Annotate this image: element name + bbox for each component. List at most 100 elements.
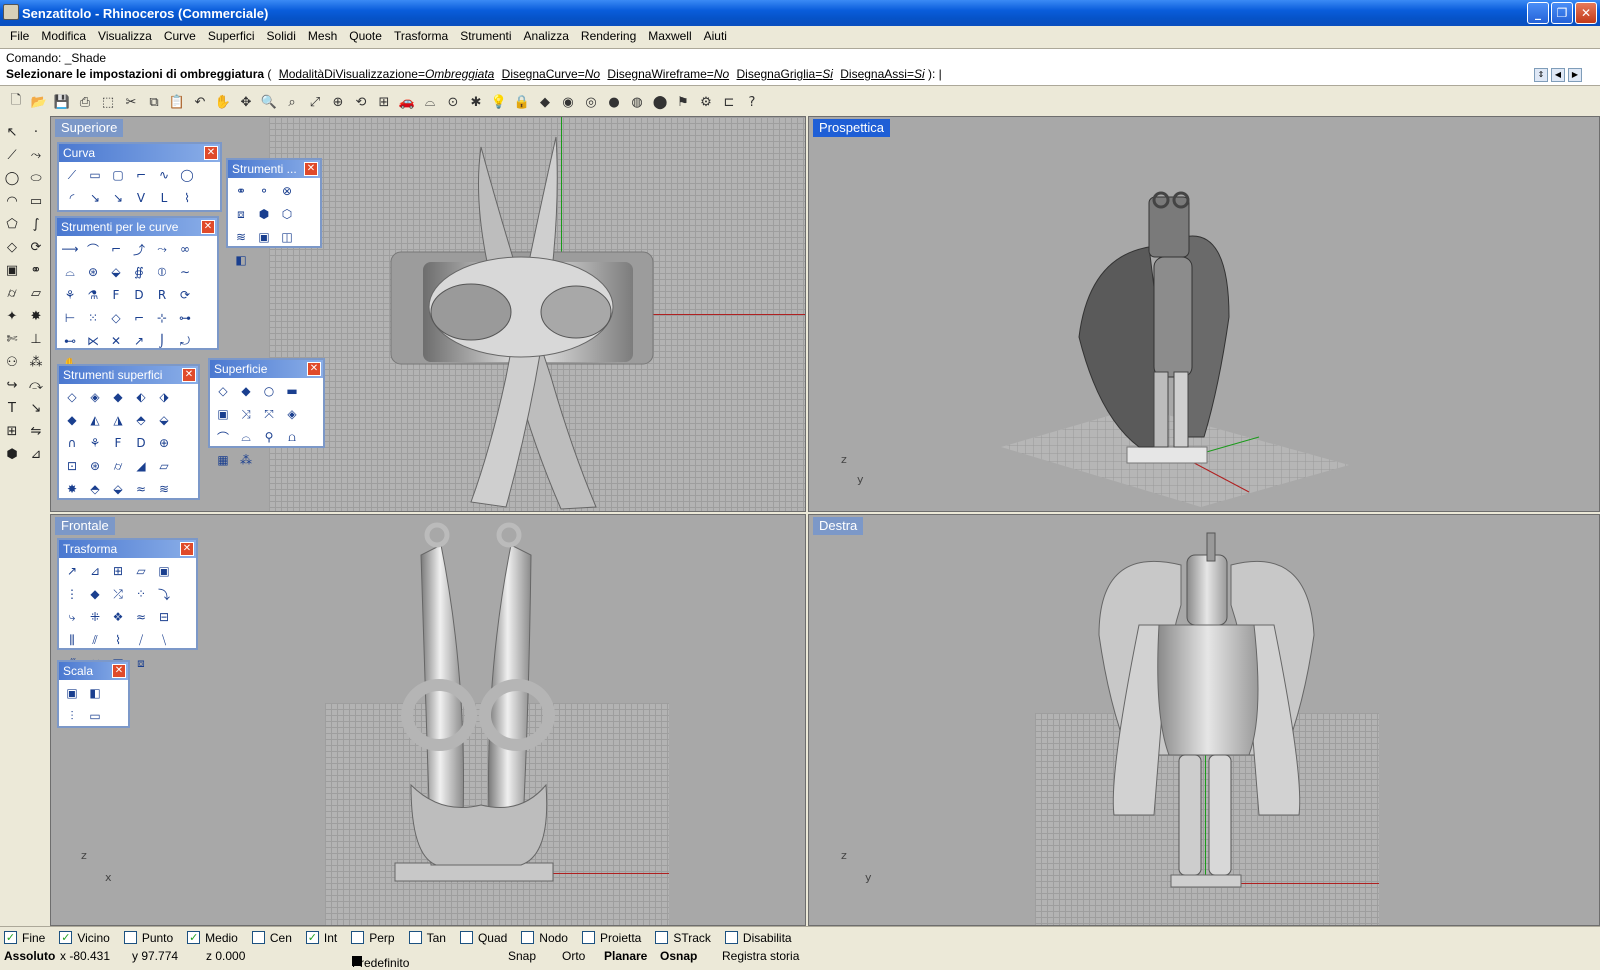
osnap-toggle[interactable]: Osnap	[660, 949, 697, 963]
column-icon[interactable]: ⫼	[62, 630, 82, 650]
restore-button[interactable]: ❐	[1551, 2, 1573, 24]
figure-alt-icon[interactable]: ⚗	[83, 285, 103, 305]
new-file-icon[interactable]: 🗋	[6, 92, 26, 112]
rotate-icon[interactable]: ◆	[85, 584, 105, 604]
point-tool-icon[interactable]: ·	[26, 122, 46, 142]
wireframe-car-icon[interactable]: ⌓	[420, 92, 440, 112]
lightbulb-icon[interactable]: 💡	[489, 92, 509, 112]
palette-title-superficie[interactable]: Superficie ✕	[210, 360, 323, 378]
menu-trasforma[interactable]: Trasforma	[388, 29, 454, 43]
explode-icon[interactable]: ✸	[26, 306, 46, 326]
surface-from-points-icon[interactable]: ◇	[213, 381, 233, 401]
checkbox-unchecked[interactable]	[655, 931, 669, 944]
box-transform-icon[interactable]: ▣	[154, 561, 174, 581]
fillet-curve-icon[interactable]: ↘	[85, 188, 105, 208]
palette-title-scala[interactable]: Scala ✕	[59, 662, 128, 680]
osnap-disabilita[interactable]: Disabilita	[724, 931, 792, 945]
degree-curve-icon[interactable]: D	[129, 285, 149, 305]
close-icon[interactable]: ✕	[112, 664, 126, 678]
figure-icon[interactable]: ⚘	[60, 285, 80, 305]
option-draw-axes[interactable]: DisegnaAssi=Si	[840, 67, 924, 81]
palette-trasforma[interactable]: Trasforma ✕ ↗ ⊿ ⊞ ▱ ▣ ⋮ ◆ ⤮ ⁘ ⤵ ⤷ ⁜ ❖ ≈ ⊟…	[57, 538, 198, 670]
box-icon[interactable]: ◫	[277, 227, 297, 247]
helix-icon[interactable]: ⌇	[177, 188, 197, 208]
smooth-icon[interactable]: ⌇	[108, 630, 128, 650]
shear-icon[interactable]: ▱	[131, 561, 151, 581]
toolbar-layout-icon[interactable]: ⊏	[719, 92, 739, 112]
undo-icon[interactable]: ↶	[190, 92, 210, 112]
insert-knot-icon[interactable]: ⊶	[175, 308, 195, 328]
menu-modifica[interactable]: Modifica	[35, 29, 92, 43]
ellipse-icon[interactable]: ⬭	[26, 168, 46, 188]
surface-delete-icon[interactable]: ⬙	[108, 479, 128, 499]
blue-sphere-icon[interactable]: ⬤	[650, 92, 670, 112]
l-curve-icon[interactable]: L	[154, 188, 174, 208]
osnap-vicino[interactable]: ✓ Vicino	[59, 931, 110, 945]
copy-icon[interactable]: ⧉	[144, 92, 164, 112]
command-scroll-left-icon[interactable]: ◀	[1551, 68, 1565, 82]
coordinate-mode[interactable]: Assoluto	[4, 949, 55, 963]
surface-explode-icon[interactable]: ✸	[62, 479, 82, 499]
lock-icon[interactable]: 🔒	[512, 92, 532, 112]
slash-icon[interactable]: ⧸	[131, 630, 151, 650]
dimension-curve-icon[interactable]: ⊢	[60, 308, 80, 328]
rail-revolve-icon[interactable]: ⚲	[259, 427, 279, 447]
match-icon[interactable]: ⤳	[152, 239, 172, 259]
rebuild-icon[interactable]: ⟳	[175, 285, 195, 305]
trim-icon[interactable]: ✄	[2, 329, 22, 349]
surface-uv-alt-icon[interactable]: ≋	[154, 479, 174, 499]
polyline-icon[interactable]: ⟋	[2, 145, 22, 165]
checkbox-unchecked[interactable]	[521, 931, 535, 944]
checkbox-unchecked[interactable]	[251, 931, 265, 944]
surface-person-icon[interactable]: ⚘	[85, 433, 105, 453]
curve-tool-icon[interactable]: ⤳	[26, 145, 46, 165]
checkbox-unchecked[interactable]	[459, 931, 473, 944]
cap-icon[interactable]: ▣	[254, 227, 274, 247]
menu-visualizza[interactable]: Visualizza	[92, 29, 158, 43]
surface-shrink-icon[interactable]: ⬘	[131, 410, 151, 430]
surface-fit-icon[interactable]: F	[108, 433, 128, 453]
boolean-diff-icon[interactable]: ⚬	[254, 181, 274, 201]
zoom-dynamic-icon[interactable]: 🔍	[259, 92, 279, 112]
cube-icon[interactable]: ◧	[231, 250, 251, 270]
revolve-icon[interactable]: ⟳	[26, 237, 46, 257]
command-area[interactable]: Comando: _Shade Selezionare le impostazi…	[0, 48, 1600, 86]
split-solid-icon[interactable]: ⬡	[277, 204, 297, 224]
scale-1d-icon[interactable]: ⫶	[62, 706, 82, 726]
rectangle-icon[interactable]: ▭	[26, 191, 46, 211]
checkbox-checked[interactable]: ✓	[59, 931, 73, 944]
render-sphere-icon[interactable]: ◍	[627, 92, 647, 112]
osnap-proietta[interactable]: Proietta	[581, 931, 641, 945]
checkbox-checked[interactable]: ✓	[305, 931, 319, 944]
zoom-extents-icon[interactable]: ⤢	[305, 92, 325, 112]
splop-icon[interactable]: ⧹	[154, 630, 174, 650]
layers-solid-icon[interactable]: ≋	[231, 227, 251, 247]
surface-edge-icon[interactable]: ◆	[236, 381, 256, 401]
surface-icon[interactable]: ◇	[2, 237, 22, 257]
handle-icon[interactable]: ⌐	[129, 308, 149, 328]
menu-file[interactable]: File	[4, 29, 35, 43]
checkbox-unchecked[interactable]	[123, 931, 137, 944]
car-icon[interactable]: 🚗	[397, 92, 417, 112]
osnap-tan[interactable]: Tan	[408, 931, 446, 945]
scale-3d-cube-icon[interactable]: ▣	[62, 683, 82, 703]
option-display-mode[interactable]: ModalitàDiVisualizzazione=Ombreggiata	[279, 67, 495, 81]
osnap-cen[interactable]: Cen	[251, 931, 292, 945]
surface-curvature-icon[interactable]: ◢	[131, 456, 151, 476]
control-point-icon[interactable]: ⊹	[152, 308, 172, 328]
palette-title-strumenti-superfici[interactable]: Strumenti superfici ✕	[59, 366, 198, 384]
color-wheel-icon[interactable]: ◉	[558, 92, 578, 112]
points-curve-icon[interactable]: ⁙	[83, 308, 103, 328]
flow-icon[interactable]: ≈	[131, 607, 151, 627]
palette-superficie[interactable]: Superficie ✕ ◇ ◆ ○ ▬ ▣ ⤨ ⤧ ◈ ⌒ ⌓ ⚲ ⩍ ▦ ⁂	[208, 358, 325, 467]
blend-icon[interactable]: ⤴	[129, 239, 149, 259]
palette-curva[interactable]: Curva✕ ⟋ ▭ ▢ ⌐ ∿ ◯ ◜ ↘ ↘ V L ⌇ @ ⁘	[57, 142, 222, 228]
open-file-icon[interactable]: 📂	[29, 92, 49, 112]
menu-analizza[interactable]: Analizza	[518, 29, 575, 43]
move-view-icon[interactable]: ✥	[236, 92, 256, 112]
menu-mesh[interactable]: Mesh	[302, 29, 343, 43]
surface-uv-icon[interactable]: ≈	[131, 479, 151, 499]
palette-strumenti-solidi[interactable]: Strumenti ... ✕ ⚭ ⚬ ⊗ ⧈ ⬢ ⬡ ≋ ▣ ◫ ◧	[226, 158, 322, 267]
checkbox-checked[interactable]: ✓	[4, 931, 17, 944]
plane-surface-icon[interactable]: ▬	[282, 381, 302, 401]
